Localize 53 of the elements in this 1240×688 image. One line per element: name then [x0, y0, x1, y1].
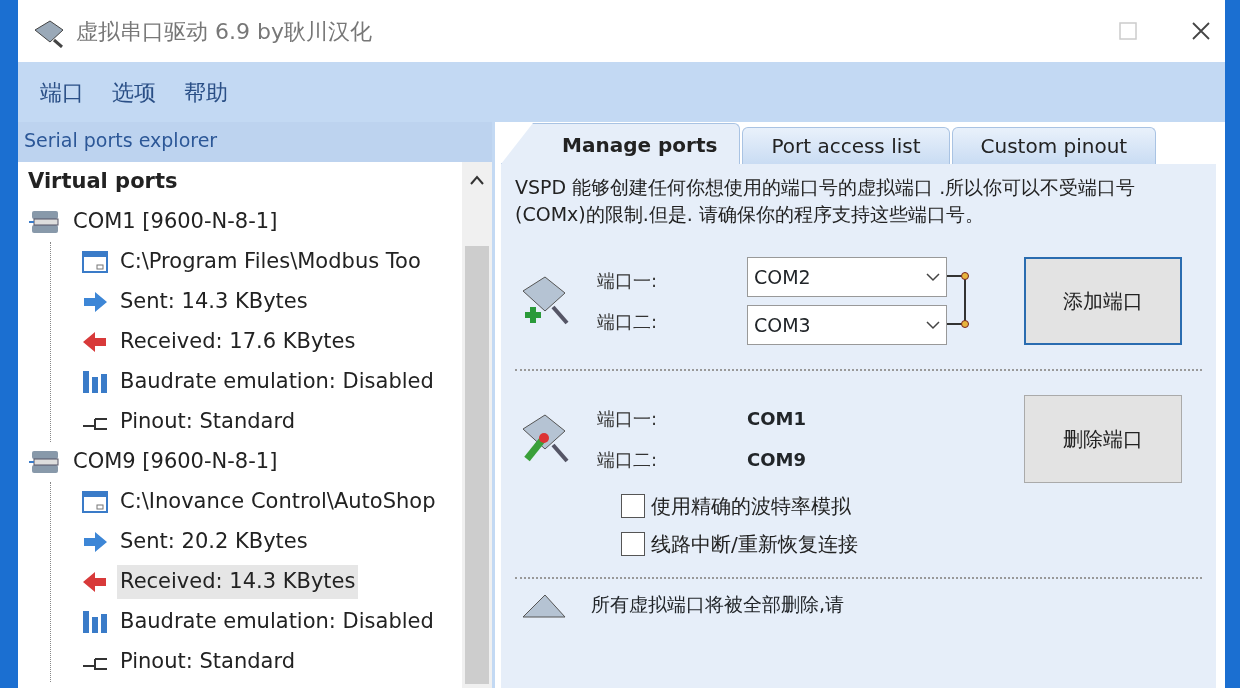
menu-item[interactable]: 选项	[112, 75, 156, 109]
checkbox[interactable]	[621, 532, 645, 557]
chevron-down-icon	[926, 272, 940, 283]
chevron-down-icon	[926, 320, 940, 331]
field-label: 端口二:	[597, 448, 659, 473]
field-label: 端口一:	[597, 269, 659, 294]
right-arrow-icon	[81, 289, 109, 315]
tree-item[interactable]: Received: 14.3 KBytes	[117, 565, 359, 599]
tab[interactable]: Manage ports	[501, 123, 741, 164]
bars-icon	[81, 369, 109, 395]
window-icon	[81, 489, 109, 515]
checkbox-label: 线路中断/重新恢复连接	[651, 531, 858, 559]
port-value: COM9	[747, 448, 807, 473]
menu-item[interactable]: 端口	[40, 75, 84, 109]
tree-item[interactable]: Pinout: Standard	[117, 645, 299, 679]
add-port-button[interactable]: 添加端口	[1024, 257, 1182, 346]
tab[interactable]: Port access list	[742, 127, 950, 164]
field-label: 端口二:	[597, 310, 659, 335]
tree-item[interactable]: Received: 17.6 KBytes	[117, 325, 359, 359]
description-text: VSPD 能够创建任何你想使用的端口号的虚拟端口 .所以你可以不受端口号(COMx)的限制.但是. 请确保你的程序支持这些端口号。	[515, 175, 1137, 227]
tree-item[interactable]: Baudrate emulation: Disabled	[117, 365, 437, 399]
close-icon[interactable]	[1191, 21, 1211, 41]
left-arrow-icon	[81, 329, 109, 355]
checkbox[interactable]	[621, 494, 645, 519]
serial-port-icon	[28, 208, 62, 236]
port-node[interactable]: COM9 [9600-N-8-1]	[70, 445, 281, 479]
tree-item[interactable]: C:\Inovance Control\AutoShop	[117, 485, 439, 519]
field-label: 端口一:	[597, 407, 659, 432]
port-dropdown[interactable]: COM2	[747, 257, 947, 298]
tree-item[interactable]: Sent: 14.3 KBytes	[117, 285, 311, 319]
bars-icon	[81, 609, 109, 635]
menu-item[interactable]: 帮助	[184, 75, 228, 109]
window-title: 虚拟串口驱动 6.9 by耿川汉化	[76, 17, 372, 46]
panel-title: Serial ports explorer	[18, 122, 492, 162]
scroll-up-icon[interactable]	[469, 174, 485, 186]
tree-item[interactable]: C:\Program Files\Modbus Too	[117, 245, 424, 279]
tree-root[interactable]: Virtual ports	[28, 162, 462, 202]
tree-item[interactable]: Sent: 20.2 KBytes	[117, 525, 311, 559]
tree-item[interactable]: Baudrate emulation: Disabled	[117, 605, 437, 639]
scroll-thumb[interactable]	[465, 246, 489, 684]
port-value: COM1	[747, 407, 807, 432]
delete-port-button[interactable]: 删除端口	[1024, 395, 1182, 484]
checkbox-label: 使用精确的波特率模拟	[651, 493, 851, 521]
left-arrow-icon	[81, 569, 109, 595]
port-node[interactable]: COM1 [9600-N-8-1]	[70, 205, 281, 239]
port-dropdown[interactable]: COM3	[747, 305, 947, 346]
right-arrow-icon	[81, 529, 109, 555]
warning-text: 所有虚拟端口将被全部删除,请	[591, 591, 845, 617]
scrollbar[interactable]	[462, 162, 492, 688]
serial-port-icon	[28, 448, 62, 476]
window-icon	[81, 249, 109, 275]
tab[interactable]: Custom pinout	[951, 127, 1157, 164]
tree-item[interactable]: Pinout: Standard	[117, 405, 299, 439]
